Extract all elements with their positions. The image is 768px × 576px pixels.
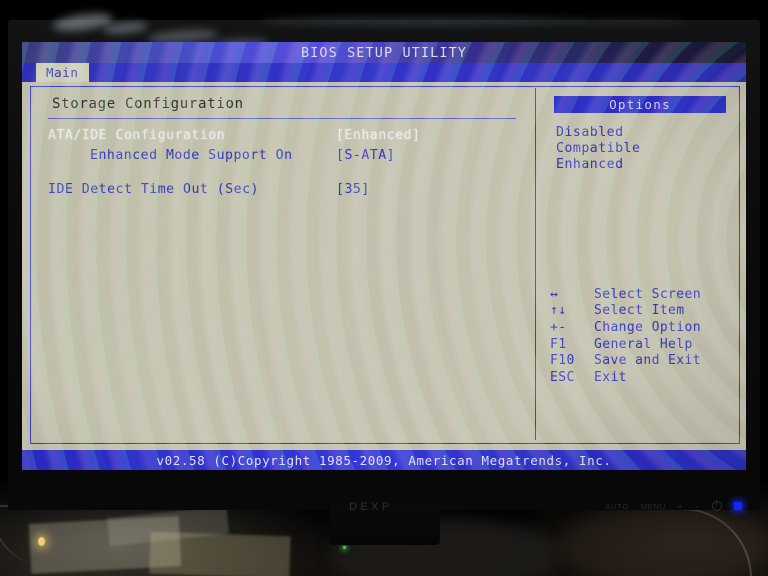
key-legend-row: ↑↓ Select Item [550,303,736,320]
setting-label: IDE Detect Time Out (Sec) [48,182,259,197]
power-led-indicator [734,502,742,510]
option-item-compatible[interactable]: Compatible [556,141,640,156]
options-pane: Options Disabled Compatible Enhanced ↔ S… [542,90,738,438]
option-item-enhanced[interactable]: Enhanced [556,157,624,172]
key-legend: ↔ Select Screen ↑↓ Select Item +- Change… [550,286,736,386]
bios-menu-bar: Main [22,63,746,82]
plus-minus-icon: +- [550,319,567,335]
setting-label: ATA/IDE Configuration [48,128,226,143]
settings-pane: Storage Configuration ATA/IDE Configurat… [34,90,534,438]
bios-footer: v02.58 (C)Copyright 1985-2009, American … [22,450,746,470]
key-legend-row: F10 Save and Exit [550,352,736,369]
bezel-glare [568,18,688,25]
arrows-vertical-icon: ↑↓ [550,303,567,319]
setting-row-enhanced-mode-support-on[interactable]: Enhanced Mode Support On [S-ATA] [90,148,395,163]
monitor-controls: AUTO MENU + − [605,500,742,511]
menu-button[interactable]: MENU [641,502,666,511]
setting-label: Enhanced Mode Support On [90,148,293,163]
key-legend-desc: Change Option [594,319,701,335]
monitor-brand-logo: DEXP [349,501,393,513]
setting-value[interactable]: [Enhanced] [336,128,420,143]
key-legend-desc: General Help [594,336,693,352]
green-indicator-light [343,546,346,549]
copyright-text: v02.58 (C)Copyright 1985-2009, American … [156,452,612,468]
options-header-label: Options [609,97,671,112]
setting-row-ata-ide-configuration[interactable]: ATA/IDE Configuration [Enhanced] [48,128,420,143]
key-legend-row: F1 General Help [550,336,736,353]
option-item-disabled[interactable]: Disabled [556,125,624,140]
key-esc: ESC [550,369,575,385]
minus-button[interactable]: − [695,502,700,511]
tab-main-label: Main [46,65,79,80]
key-legend-desc: Save and Exit [594,353,701,369]
section-title: Storage Configuration [52,96,244,112]
setting-value[interactable]: [S-ATA] [336,148,395,163]
key-legend-desc: Select Item [594,303,685,319]
key-f1: F1 [550,336,567,352]
plus-button[interactable]: + [678,502,683,511]
section-underline [48,118,516,119]
setting-value[interactable]: [35] [336,182,370,197]
bios-screen: BIOS SETUP UTILITY Main Storage Configur… [22,42,746,470]
bios-title-bar: BIOS SETUP UTILITY [22,42,746,63]
setting-row-ide-detect-time-out[interactable]: IDE Detect Time Out (Sec) [35] [48,182,369,197]
tab-main[interactable]: Main [36,63,89,82]
bezel-glare [102,19,149,37]
key-legend-row: ↔ Select Screen [550,286,736,303]
key-legend-desc: Exit [594,369,627,385]
bios-title: BIOS SETUP UTILITY [300,44,468,61]
photo-scene: BIOS SETUP UTILITY Main Storage Configur… [0,0,768,576]
panel-divider [535,88,536,440]
options-header: Options [554,96,726,113]
monitor: BIOS SETUP UTILITY Main Storage Configur… [8,9,760,513]
power-icon[interactable] [712,500,722,511]
key-f10: F10 [550,353,575,369]
auto-button[interactable]: AUTO [605,502,629,511]
key-legend-desc: Select Screen [594,286,701,302]
arrows-horizontal-icon: ↔ [550,286,559,302]
key-legend-row: +- Change Option [550,319,736,336]
key-legend-row: ESC Exit [550,369,736,386]
